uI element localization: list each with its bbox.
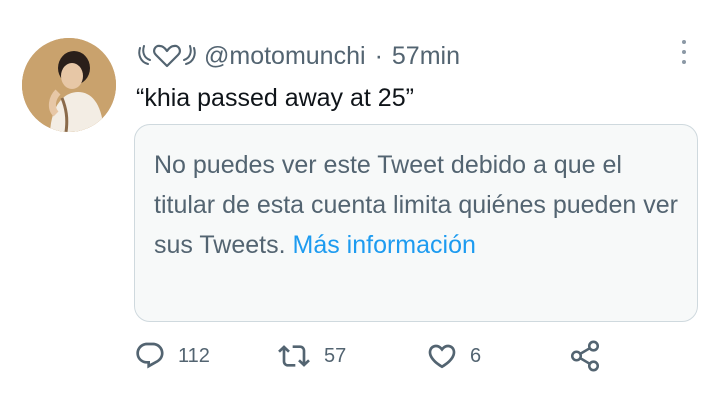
avatar[interactable]: [22, 38, 116, 132]
retweet-icon: [278, 345, 310, 367]
tweet-text: “khia passed away at 25”: [136, 84, 414, 112]
reply-count: 112: [178, 344, 210, 367]
tweet[interactable]: @motomunchi · 57min “khia passed away at…: [0, 0, 720, 406]
share-icon: [570, 340, 600, 372]
tweet-header: @motomunchi · 57min: [136, 38, 460, 74]
separator-dot: ·: [374, 41, 383, 70]
like-icon: [428, 344, 456, 369]
more-options-icon[interactable]: [678, 40, 690, 64]
unavailable-quote-card: No puedes ver este Tweet debido a que el…: [134, 124, 698, 322]
reply-button[interactable]: 112: [134, 336, 210, 376]
retweet-button[interactable]: 57: [276, 336, 346, 376]
action-bar: 112 57 6: [0, 336, 720, 376]
angel-heart-decoration-icon: [136, 42, 198, 70]
user-handle[interactable]: @motomunchi: [204, 42, 366, 71]
avatar-image: [22, 38, 116, 132]
reply-icon: [136, 342, 164, 369]
timestamp[interactable]: 57min: [392, 42, 460, 71]
like-count: 6: [470, 344, 482, 367]
learn-more-link[interactable]: Más información: [293, 231, 476, 259]
unavailable-message: No puedes ver este Tweet debido a que el…: [154, 145, 684, 265]
retweet-count: 57: [324, 344, 347, 367]
share-button[interactable]: [568, 336, 602, 376]
like-button[interactable]: 6: [426, 336, 481, 376]
